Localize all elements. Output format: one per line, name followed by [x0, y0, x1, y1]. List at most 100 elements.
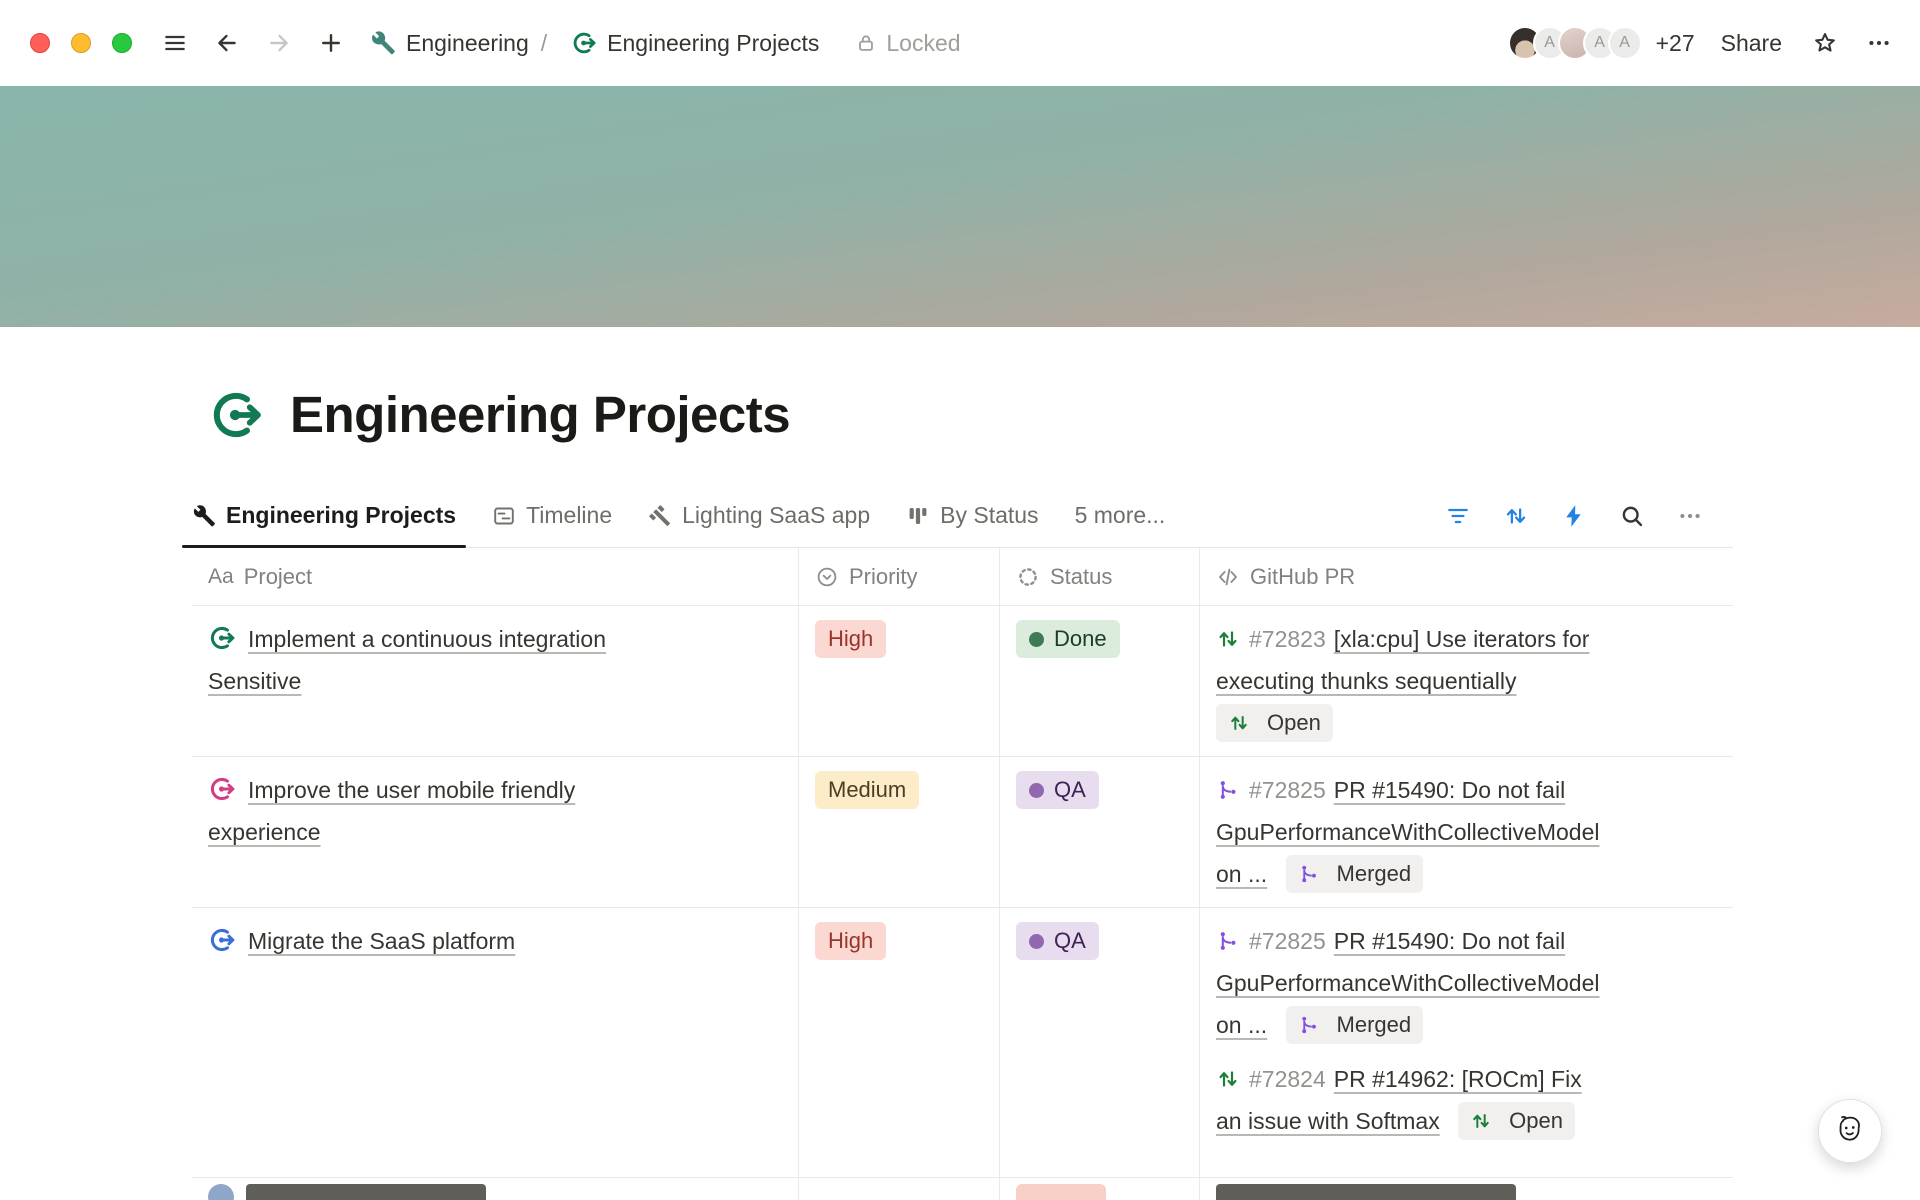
- status-cell[interactable]: Done: [1000, 606, 1200, 756]
- new-tab-button[interactable]: [318, 30, 344, 56]
- tab-lighting-saas-app[interactable]: Lighting SaaS app: [648, 484, 870, 547]
- locked-label: Locked: [886, 30, 960, 57]
- pr-title-link[interactable]: PR #14962: [ROCm] Fix: [1334, 1066, 1582, 1092]
- tab-more-views[interactable]: 5 more...: [1075, 484, 1166, 547]
- pr-state-badge[interactable]: Open: [1458, 1102, 1575, 1140]
- code-icon: [1216, 565, 1240, 589]
- tab-engineering-projects[interactable]: Engineering Projects: [192, 484, 456, 547]
- back-button[interactable]: [214, 30, 240, 56]
- pr-state-badge[interactable]: Merged: [1286, 855, 1424, 893]
- sidebar-toggle-button[interactable]: [162, 30, 188, 56]
- hammer-icon: [648, 504, 672, 528]
- project-title-link[interactable]: Sensitive: [208, 668, 301, 694]
- notion-ai-button[interactable]: [1818, 1099, 1882, 1163]
- ai-face-icon: [1832, 1113, 1868, 1149]
- pr-open-icon: [1228, 712, 1250, 734]
- priority-cell[interactable]: High: [799, 908, 1000, 1177]
- share-button[interactable]: Share: [1721, 30, 1782, 57]
- pr-title-link[interactable]: on ...: [1216, 861, 1267, 887]
- pr-title-link[interactable]: on ...: [1216, 1012, 1267, 1038]
- collaborator-overflow-count[interactable]: +27: [1656, 30, 1695, 57]
- page-icon[interactable]: [208, 387, 264, 443]
- zoom-window-button[interactable]: [112, 33, 132, 53]
- pr-open-icon: [1216, 627, 1240, 651]
- project-cell[interactable]: Migrate the SaaS platform: [192, 908, 799, 1177]
- forward-button[interactable]: [266, 30, 292, 56]
- table-row-partial[interactable]: [192, 1178, 1733, 1200]
- github-pr-cell[interactable]: #72825PR #15490: Do not fail GpuPerforma…: [1200, 908, 1733, 1177]
- pr-title-link[interactable]: GpuPerformanceWithCollectiveModel: [1216, 819, 1600, 845]
- pr-state-badge[interactable]: Merged: [1286, 1006, 1424, 1044]
- status-badge[interactable]: QA: [1016, 922, 1099, 960]
- locked-indicator[interactable]: Locked: [855, 30, 960, 57]
- status-cell[interactable]: [1000, 1178, 1200, 1200]
- project-logo-icon: [571, 30, 597, 56]
- filter-icon[interactable]: [1445, 503, 1471, 529]
- pr-number: #72823: [1249, 626, 1326, 652]
- wrench-icon: [370, 30, 396, 56]
- tab-by-status[interactable]: By Status: [906, 484, 1038, 547]
- project-logo-icon: [208, 624, 236, 652]
- pr-title-link[interactable]: GpuPerformanceWithCollectiveModel: [1216, 970, 1600, 996]
- pr-title-link[interactable]: PR #15490: Do not fail: [1334, 777, 1565, 803]
- sort-icon[interactable]: [1503, 503, 1529, 529]
- priority-badge[interactable]: High: [815, 620, 886, 658]
- column-header-status[interactable]: Status: [1000, 548, 1200, 605]
- page-content: Engineering Projects Engineering Project…: [0, 385, 1920, 1200]
- column-header-project[interactable]: Aa Project: [192, 548, 799, 605]
- status-cell[interactable]: QA: [1000, 908, 1200, 1177]
- project-logo-icon: [208, 926, 236, 954]
- search-icon[interactable]: [1619, 503, 1645, 529]
- clipped-text: [1216, 1184, 1516, 1200]
- priority-cell[interactable]: Medium: [799, 757, 1000, 907]
- close-window-button[interactable]: [30, 33, 50, 53]
- priority-badge[interactable]: Medium: [815, 771, 919, 809]
- github-pr-cell[interactable]: #72825 PR #15490: Do not fail GpuPerforma…: [1200, 757, 1733, 907]
- tab-timeline[interactable]: Timeline: [492, 484, 612, 547]
- automation-bolt-icon[interactable]: [1561, 503, 1587, 529]
- breadcrumb-current-label: Engineering Projects: [607, 30, 819, 57]
- pr-merged-icon: [1216, 778, 1240, 802]
- favorite-star-button[interactable]: [1812, 30, 1838, 56]
- view-more-icon[interactable]: [1677, 503, 1703, 529]
- breadcrumb-parent[interactable]: Engineering /: [370, 30, 547, 57]
- priority-cell[interactable]: High: [799, 606, 1000, 756]
- table-row: Migrate the SaaS platform High QA #72825…: [192, 908, 1733, 1178]
- project-cell[interactable]: [192, 1178, 799, 1200]
- pr-title-link[interactable]: PR #15490: Do not fail: [1334, 928, 1565, 954]
- column-header-priority[interactable]: Priority: [799, 548, 1000, 605]
- projects-table: Aa Project Priority Status GitHub PR Imp…: [192, 548, 1733, 1200]
- project-title-link[interactable]: Improve the user mobile friendly: [248, 777, 575, 803]
- breadcrumb-current[interactable]: Engineering Projects: [571, 30, 819, 57]
- column-header-github-pr[interactable]: GitHub PR: [1200, 548, 1733, 605]
- pr-number: #72825: [1249, 777, 1326, 803]
- project-cell[interactable]: Improve the user mobile friendly experie…: [192, 757, 799, 907]
- pr-title-link[interactable]: executing thunks sequentially: [1216, 668, 1516, 694]
- pr-state-badge[interactable]: Open: [1216, 704, 1333, 742]
- lock-icon: [855, 32, 877, 54]
- pr-title-link[interactable]: [xla:cpu] Use iterators for: [1334, 626, 1590, 652]
- pr-number: #72824: [1249, 1066, 1326, 1092]
- titlebar: Engineering / Engineering Projects Locke…: [0, 0, 1920, 86]
- status-badge[interactable]: QA: [1016, 771, 1099, 809]
- pr-open-icon: [1470, 1110, 1492, 1132]
- avatar-letter: A: [1608, 26, 1642, 60]
- pr-title-link[interactable]: an issue with Softmax: [1216, 1108, 1440, 1134]
- status-dot: [1029, 632, 1044, 647]
- project-cell[interactable]: Implement a continuous integration Sensi…: [192, 606, 799, 756]
- minimize-window-button[interactable]: [71, 33, 91, 53]
- project-title-link[interactable]: Migrate the SaaS platform: [248, 928, 515, 954]
- github-pr-cell[interactable]: #72823 [xla:cpu] Use iterators for execut…: [1200, 606, 1733, 756]
- github-pr-cell[interactable]: [1200, 1178, 1733, 1200]
- timeline-icon: [492, 504, 516, 528]
- project-title-link[interactable]: experience: [208, 819, 321, 845]
- priority-badge[interactable]: High: [815, 922, 886, 960]
- project-title-link[interactable]: Implement a continuous integration: [248, 626, 606, 652]
- priority-cell[interactable]: [799, 1178, 1000, 1200]
- status-badge[interactable]: Done: [1016, 620, 1120, 658]
- collaborator-avatars[interactable]: A A A: [1508, 26, 1642, 60]
- more-options-button[interactable]: [1866, 30, 1892, 56]
- status-cell[interactable]: QA: [1000, 757, 1200, 907]
- pr-merged-icon: [1298, 1014, 1320, 1036]
- page-title: Engineering Projects: [290, 385, 790, 444]
